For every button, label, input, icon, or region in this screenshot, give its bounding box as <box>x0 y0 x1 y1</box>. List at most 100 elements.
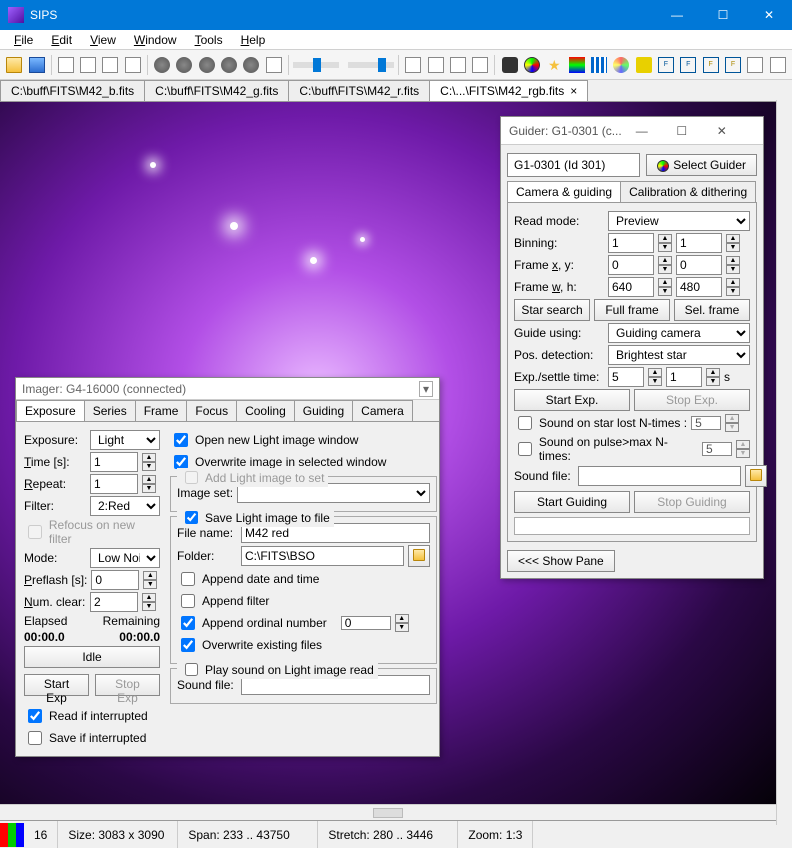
file-tab-2[interactable]: C:\buff\FITS\M42_r.fits <box>288 80 430 101</box>
new-window-icon[interactable] <box>56 54 76 76</box>
cascade-icon[interactable] <box>78 54 98 76</box>
filter-select[interactable]: 2:Red <box>90 496 160 516</box>
select-guider-button[interactable]: Select Guider <box>646 154 757 176</box>
guider-min-icon[interactable]: — <box>622 124 662 138</box>
guider-start-exp-button[interactable]: Start Exp. <box>514 389 630 411</box>
camera-icon[interactable] <box>499 54 519 76</box>
star-icon[interactable]: ★ <box>544 54 564 76</box>
tile-icon[interactable] <box>100 54 120 76</box>
v-scrollbar[interactable] <box>776 100 792 825</box>
stack-icon[interactable] <box>403 54 423 76</box>
misc-icon[interactable] <box>745 54 765 76</box>
time-down[interactable]: ▼ <box>142 462 156 471</box>
pos-detection-select[interactable]: Brightest star <box>608 345 750 365</box>
exposure-select[interactable]: Light <box>90 430 160 450</box>
repeat-input[interactable] <box>90 474 138 494</box>
open-icon[interactable] <box>4 54 24 76</box>
filter-icon[interactable] <box>566 54 586 76</box>
menu-edit[interactable]: Edit <box>43 31 80 49</box>
file-tab-1[interactable]: C:\buff\FITS\M42_g.fits <box>144 80 289 101</box>
menu-file[interactable]: File <box>6 31 41 49</box>
file-tab-3[interactable]: C:\...\FITS\M42_rgb.fits× <box>429 80 588 101</box>
preflash-input[interactable] <box>91 570 139 590</box>
tab-series[interactable]: Series <box>84 400 136 421</box>
stack3-icon[interactable] <box>448 54 468 76</box>
guider-max-icon[interactable]: ☐ <box>662 124 702 138</box>
overwrite-files-check[interactable] <box>181 638 195 652</box>
guider-titlebar[interactable]: Guider: G1-0301 (c... — ☐ ✕ <box>501 117 763 145</box>
read-interrupted-check[interactable] <box>28 709 42 723</box>
full-frame-button[interactable]: Full frame <box>594 299 670 321</box>
tool-icon[interactable] <box>152 54 172 76</box>
frame-y-input[interactable] <box>676 255 722 275</box>
fits1-icon[interactable]: F <box>656 54 676 76</box>
hist-icon[interactable] <box>589 54 609 76</box>
mode-select[interactable]: Low Noise <box>90 548 160 568</box>
tab-exposure[interactable]: Exposure <box>16 400 85 421</box>
append-dt-check[interactable] <box>181 572 195 586</box>
save-light-check[interactable] <box>185 511 198 524</box>
open-new-check[interactable] <box>174 433 188 447</box>
ord-input[interactable] <box>341 616 391 630</box>
tool2-icon[interactable] <box>174 54 194 76</box>
stack4-icon[interactable] <box>470 54 490 76</box>
tool5-icon[interactable] <box>241 54 261 76</box>
tool3-icon[interactable] <box>197 54 217 76</box>
h-scrollbar[interactable] <box>0 804 776 820</box>
slider-1[interactable] <box>293 62 339 68</box>
imager-menu-icon[interactable]: ▾ <box>419 381 433 397</box>
menu-tools[interactable]: Tools <box>187 31 231 49</box>
target-icon[interactable] <box>522 54 542 76</box>
fits3-icon[interactable]: F <box>700 54 720 76</box>
fits2-icon[interactable]: F <box>678 54 698 76</box>
binning-y-input[interactable] <box>676 233 722 253</box>
start-guiding-button[interactable]: Start Guiding <box>514 491 630 513</box>
browse-folder-button[interactable] <box>408 545 430 567</box>
astro-icon[interactable] <box>633 54 653 76</box>
sound-pulse-check[interactable] <box>518 442 532 456</box>
file-tab-0[interactable]: C:\buff\FITS\M42_b.fits <box>0 80 145 101</box>
tab-guiding[interactable]: Guiding <box>294 400 353 421</box>
settle-input[interactable] <box>666 367 702 387</box>
star-search-button[interactable]: Star search <box>514 299 590 321</box>
arrange-icon[interactable] <box>123 54 143 76</box>
sel-frame-button[interactable]: Sel. frame <box>674 299 750 321</box>
save-interrupted-check[interactable] <box>28 731 42 745</box>
start-exp-button[interactable]: Start Exp <box>24 674 89 696</box>
show-pane-button[interactable]: <<< Show Pane <box>507 550 615 572</box>
save-icon[interactable] <box>26 54 46 76</box>
frame-x-input[interactable] <box>608 255 654 275</box>
binning-x-input[interactable] <box>608 233 654 253</box>
guider-close-icon[interactable]: ✕ <box>702 124 742 138</box>
fits4-icon[interactable]: F <box>723 54 743 76</box>
time-input[interactable] <box>90 452 138 472</box>
close-button[interactable]: ✕ <box>746 0 792 30</box>
menu-help[interactable]: Help <box>233 31 274 49</box>
tab-camera-guiding[interactable]: Camera & guiding <box>507 181 621 202</box>
tab-cooling[interactable]: Cooling <box>236 400 295 421</box>
palette-icon[interactable] <box>611 54 631 76</box>
append-ord-check[interactable] <box>181 616 195 630</box>
numclear-input[interactable] <box>90 592 138 612</box>
tab-calibration[interactable]: Calibration & dithering <box>620 181 756 202</box>
tool4-icon[interactable] <box>219 54 239 76</box>
imager-title[interactable]: Imager: G4-16000 (connected) ▾ <box>16 378 439 400</box>
maximize-button[interactable]: ☐ <box>700 0 746 30</box>
sound-star-lost-check[interactable] <box>518 416 532 430</box>
guider-browse-sound-button[interactable] <box>745 465 767 487</box>
slider-2[interactable] <box>348 62 394 68</box>
tab-frame[interactable]: Frame <box>135 400 188 421</box>
minimize-button[interactable]: — <box>654 0 700 30</box>
guide-using-select[interactable]: Guiding camera <box>608 323 750 343</box>
stack2-icon[interactable] <box>425 54 445 76</box>
read-mode-select[interactable]: Preview <box>608 211 750 231</box>
tab-camera[interactable]: Camera <box>352 400 413 421</box>
append-filter-check[interactable] <box>181 594 195 608</box>
close-tab-icon[interactable]: × <box>570 84 577 98</box>
menu-view[interactable]: View <box>82 31 124 49</box>
misc2-icon[interactable] <box>767 54 787 76</box>
frame-h-input[interactable] <box>676 277 722 297</box>
tab-focus[interactable]: Focus <box>186 400 237 421</box>
overwrite-sel-check[interactable] <box>174 455 188 469</box>
folder-input[interactable] <box>241 546 404 566</box>
